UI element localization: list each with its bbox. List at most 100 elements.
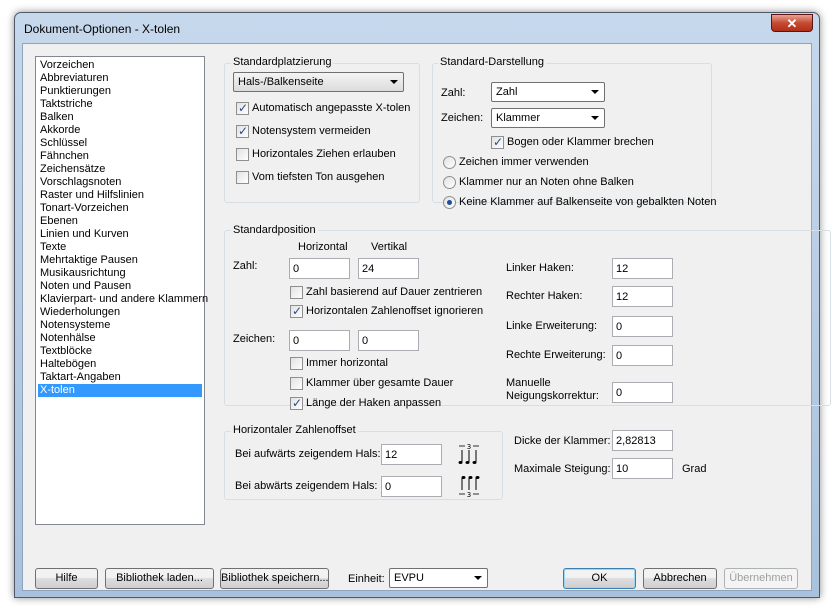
aufwaerts-label: Bei aufwärts zeigendem Hals: [235, 448, 381, 460]
hook-field-input[interactable]: 12 [612, 286, 673, 307]
list-item[interactable]: Schlüssel [38, 137, 202, 150]
aufwaerts-input[interactable]: 12 [381, 444, 442, 465]
hook-field-label: Rechte Erweiterung: [506, 349, 606, 361]
steigung-unit: Grad [682, 463, 707, 475]
list-item[interactable]: Akkorde [38, 124, 202, 137]
steigung-label: Maximale Steigung: [514, 463, 611, 475]
zeichen-vertikal-input[interactable]: 0 [358, 330, 419, 351]
list-item[interactable]: Texte [38, 241, 202, 254]
list-item[interactable]: Abbreviaturen [38, 72, 202, 85]
bibliothek-laden-button[interactable]: Bibliothek laden... [105, 568, 214, 589]
group-label: Standard-Darstellung [438, 56, 546, 68]
zahl-horizontal-input[interactable]: 0 [289, 258, 350, 279]
input-value: 24 [362, 263, 375, 275]
zeichen-option-checkbox[interactable] [290, 396, 303, 410]
list-item[interactable]: Vorschlagsnoten [38, 176, 202, 189]
list-item[interactable]: Haltebögen [38, 358, 202, 371]
hook-field-input[interactable]: 0 [612, 316, 673, 337]
svg-text:3: 3 [467, 443, 471, 451]
list-item[interactable]: Taktart-Angaben [38, 371, 202, 384]
list-item[interactable]: Noten und Pausen [38, 280, 202, 293]
abwaerts-label: Bei abwärts zeigendem Hals: [235, 480, 378, 492]
hook-field-label: Linke Erweiterung: [506, 320, 598, 332]
list-item[interactable]: Textblöcke [38, 345, 202, 358]
neigung-input[interactable]: 0 [612, 382, 673, 403]
dialog-window: Dokument-Optionen - X-tolen ✕ Vorzeichen… [14, 12, 831, 598]
col-vertikal-label: Vertikal [371, 241, 408, 253]
zahl-option-checkbox[interactable] [290, 286, 303, 299]
list-item[interactable]: Linien und Kurven [38, 228, 202, 241]
zeichen-dropdown[interactable]: Klammer [491, 108, 605, 128]
placement-dropdown[interactable]: Hals-/Balkenseite [233, 72, 404, 92]
dialog-client-area: Vorzeichen Abbreviaturen Punktierungen Takt… [22, 43, 831, 591]
list-item[interactable]: Wiederholungen [38, 306, 202, 319]
input-value: 0 [362, 335, 369, 347]
list-item[interactable]: Ebenen [38, 215, 202, 228]
dicke-input[interactable]: 2,82813 [612, 430, 673, 451]
zeichen-horizontal-input[interactable]: 0 [289, 330, 350, 351]
list-item[interactable]: Balken [38, 111, 202, 124]
dicke-label: Dicke der Klammer: [514, 435, 611, 447]
list-item[interactable]: Raster und Hilfslinien [38, 189, 202, 202]
zeichen-pos-label: Zeichen: [233, 333, 276, 345]
zahl-option-checkbox[interactable] [290, 304, 303, 318]
dropdown-value: EVPU [394, 572, 424, 584]
zeichen-option-checkbox[interactable] [290, 357, 303, 370]
hilfe-button[interactable]: Hilfe [35, 568, 98, 589]
list-item[interactable]: Klavierpart- und andere Klammern [38, 293, 208, 306]
display-radio[interactable] [443, 176, 456, 189]
uebernehmen-button: Übernehmen [724, 568, 798, 589]
ok-button[interactable]: OK [563, 568, 636, 589]
zeichen-option-label: Immer horizontal [306, 357, 388, 369]
zahl-dropdown[interactable]: Zahl [491, 82, 605, 102]
zahl-label: Zahl: [441, 87, 466, 99]
group-label: Horizontaler Zahlenoffset [231, 424, 358, 436]
hook-field-input[interactable]: 12 [612, 258, 673, 279]
steigung-input[interactable]: 10 [612, 458, 673, 479]
list-item[interactable]: Mehrtaktige Pausen [38, 254, 202, 267]
list-item[interactable]: X-tolen [38, 384, 202, 397]
triplet-stem-down-icon: 3 [459, 476, 480, 498]
zeichen-option-label: Klammer über gesamte Dauer [306, 377, 454, 389]
hook-field-input[interactable]: 0 [612, 345, 673, 366]
display-radio[interactable] [443, 156, 456, 169]
input-value: 0 [293, 335, 300, 347]
input-value: 0 [616, 321, 623, 333]
zahl-vertikal-input[interactable]: 24 [358, 258, 419, 279]
close-button[interactable]: ✕ [771, 14, 813, 32]
list-item[interactable]: Zeichensätze [38, 163, 202, 176]
display-radio[interactable] [443, 196, 456, 209]
zahl-option-label: Zahl basierend auf Dauer zentrieren [306, 286, 483, 298]
list-item[interactable]: Fähnchen [38, 150, 202, 163]
list-item[interactable]: Taktstriche [38, 98, 202, 111]
placement-checkbox[interactable] [236, 171, 249, 184]
abwaerts-input[interactable]: 0 [381, 476, 442, 497]
dropdown-value: Hals-/Balkenseite [238, 76, 324, 88]
list-item[interactable]: Tonart-Vorzeichen [38, 202, 202, 215]
list-item[interactable]: Musikausrichtung [38, 267, 202, 280]
window-title: Dokument-Optionen - X-tolen [24, 22, 181, 36]
list-item[interactable]: Punktierungen [38, 85, 202, 98]
placement-checkbox[interactable] [236, 148, 249, 161]
placement-checkbox[interactable] [236, 124, 249, 138]
list-item[interactable]: Notensysteme [38, 319, 202, 332]
input-value: 12 [616, 263, 629, 275]
einheit-label: Einheit: [348, 573, 385, 585]
placement-checkbox[interactable] [236, 101, 249, 115]
zeichen-option-checkbox[interactable] [290, 377, 303, 390]
category-list[interactable]: Vorzeichen Abbreviaturen Punktierungen Takt… [35, 56, 208, 525]
title-bar[interactable]: Dokument-Optionen - X-tolen ✕ [15, 13, 819, 43]
input-value: 0 [385, 481, 392, 493]
group-label: Standardposition [231, 224, 318, 236]
dropdown-value: Klammer [496, 112, 541, 124]
list-item[interactable]: Notenhälse [38, 332, 202, 345]
abbrechen-button[interactable]: Abbrechen [643, 568, 717, 589]
list-item[interactable]: Vorzeichen [38, 59, 202, 72]
dropdown-value: Zahl [496, 86, 518, 98]
einheit-dropdown[interactable]: EVPU [389, 568, 488, 588]
bogen-label: Bogen oder Klammer brechen [507, 136, 654, 148]
chevron-down-icon [591, 90, 599, 94]
bibliothek-speichern-button[interactable]: Bibliothek speichern... [220, 568, 329, 589]
input-value: 12 [385, 449, 398, 461]
bogen-checkbox[interactable] [491, 135, 504, 149]
